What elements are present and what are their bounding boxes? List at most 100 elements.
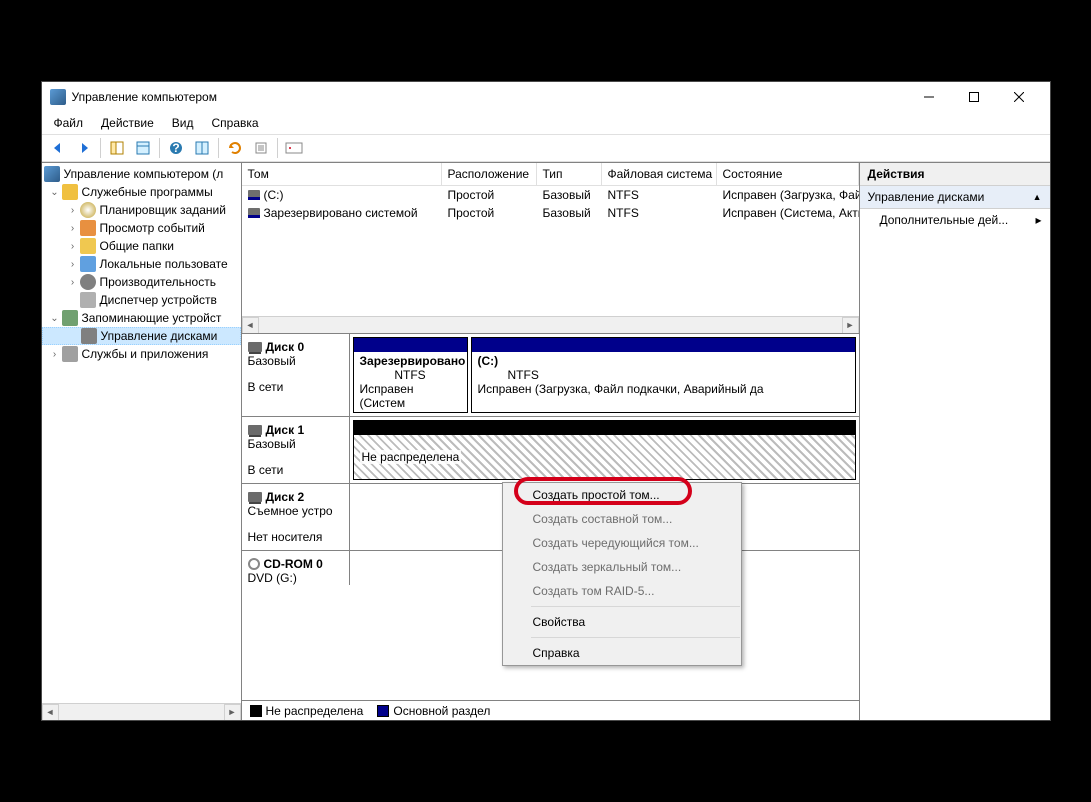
users-icon bbox=[80, 256, 96, 272]
tree-shared[interactable]: ›Общие папки bbox=[42, 237, 241, 255]
tree-diskmgmt[interactable]: Управление дисками bbox=[42, 327, 241, 345]
cdrom-label: CD-ROM 0 DVD (G:) bbox=[242, 551, 350, 585]
chevron-right-icon: ▸ bbox=[1035, 213, 1041, 227]
minimize-button[interactable] bbox=[907, 82, 952, 112]
ctx-help[interactable]: Справка bbox=[503, 641, 741, 665]
disk-graphical-view[interactable]: Диск 0 Базовый В сети ЗарезервированоNTF… bbox=[242, 333, 859, 700]
wrench-icon bbox=[62, 184, 78, 200]
menu-help[interactable]: Справка bbox=[204, 114, 267, 132]
volume-icon bbox=[248, 208, 260, 218]
volume-row[interactable]: Зарезервировано системой Простой Базовый… bbox=[242, 204, 859, 222]
legend-swatch-primary bbox=[377, 705, 389, 717]
partition-system-reserved[interactable]: ЗарезервированоNTFSИсправен (Систем bbox=[353, 337, 468, 413]
expand-icon[interactable]: › bbox=[66, 241, 80, 252]
tree-scheduler[interactable]: ›Планировщик заданий bbox=[42, 201, 241, 219]
disk-0-label: Диск 0 Базовый В сети bbox=[242, 334, 350, 416]
partition-c[interactable]: (C:)NTFSИсправен (Загрузка, Файл подкачк… bbox=[471, 337, 856, 413]
context-menu: Создать простой том... Создать составной… bbox=[502, 482, 742, 666]
tree-devmgr[interactable]: Диспетчер устройств bbox=[42, 291, 241, 309]
event-icon bbox=[80, 220, 96, 236]
navigation-tree[interactable]: Управление компьютером (л ⌄Служебные про… bbox=[42, 163, 242, 720]
volume-icon bbox=[248, 190, 260, 200]
menu-action[interactable]: Действие bbox=[93, 114, 162, 132]
extra-button[interactable] bbox=[282, 136, 306, 160]
col-layout[interactable]: Расположение bbox=[442, 163, 537, 185]
view-toggle-button[interactable] bbox=[190, 136, 214, 160]
close-button[interactable] bbox=[997, 82, 1042, 112]
clock-icon bbox=[80, 202, 96, 218]
help-button[interactable]: ? bbox=[164, 136, 188, 160]
expand-icon[interactable]: › bbox=[66, 205, 80, 216]
forward-button[interactable] bbox=[72, 136, 96, 160]
disk-icon bbox=[248, 342, 262, 352]
ctx-create-raid5-volume: Создать том RAID-5... bbox=[503, 579, 741, 603]
svg-text:?: ? bbox=[172, 141, 179, 155]
cdrom-icon bbox=[248, 558, 260, 570]
disk-1-label: Диск 1 Базовый В сети bbox=[242, 417, 350, 483]
expand-icon[interactable]: › bbox=[66, 223, 80, 234]
tree-eventviewer[interactable]: ›Просмотр событий bbox=[42, 219, 241, 237]
show-hide-tree-button[interactable] bbox=[105, 136, 129, 160]
volume-list[interactable]: Том Расположение Тип Файловая система Со… bbox=[242, 163, 859, 333]
scroll-left-button[interactable]: ◄ bbox=[42, 704, 59, 721]
disk-row-0[interactable]: Диск 0 Базовый В сети ЗарезервированоNTF… bbox=[242, 334, 859, 417]
app-icon bbox=[50, 89, 66, 105]
disk-icon bbox=[248, 425, 262, 435]
legend: Не распределена Основной раздел bbox=[242, 700, 859, 720]
ctx-create-mirrored-volume: Создать зеркальный том... bbox=[503, 555, 741, 579]
menubar: Файл Действие Вид Справка bbox=[42, 112, 1050, 134]
scroll-right-button[interactable]: ► bbox=[842, 317, 859, 334]
services-icon bbox=[62, 346, 78, 362]
ctx-create-simple-volume[interactable]: Создать простой том... bbox=[503, 483, 741, 507]
device-icon bbox=[80, 292, 96, 308]
col-status[interactable]: Состояние bbox=[717, 163, 859, 185]
legend-swatch-unallocated bbox=[250, 705, 262, 717]
tree-hscrollbar[interactable]: ◄► bbox=[42, 703, 241, 720]
tree-services[interactable]: ›Службы и приложения bbox=[42, 345, 241, 363]
volume-hscrollbar[interactable]: ◄► bbox=[242, 316, 859, 333]
actions-more[interactable]: Дополнительные дей...▸ bbox=[860, 209, 1050, 231]
actions-pane: Действия Управление дисками▲ Дополнитель… bbox=[860, 163, 1050, 720]
col-fs[interactable]: Файловая система bbox=[602, 163, 717, 185]
ctx-properties[interactable]: Свойства bbox=[503, 610, 741, 634]
collapse-icon[interactable]: ⌄ bbox=[48, 313, 62, 324]
menu-view[interactable]: Вид bbox=[164, 114, 202, 132]
tree-root[interactable]: Управление компьютером (л bbox=[42, 165, 241, 183]
back-button[interactable] bbox=[46, 136, 70, 160]
disk-icon bbox=[81, 328, 97, 344]
expand-icon[interactable]: › bbox=[66, 277, 80, 288]
settings-button[interactable] bbox=[249, 136, 273, 160]
toolbar: ? bbox=[42, 134, 1050, 162]
ctx-create-striped-volume: Создать чередующийся том... bbox=[503, 531, 741, 555]
app-window: Управление компьютером Файл Действие Вид… bbox=[41, 81, 1051, 721]
actions-diskmgmt-header[interactable]: Управление дисками▲ bbox=[860, 186, 1050, 209]
storage-icon bbox=[62, 310, 78, 326]
disk-row-1[interactable]: Диск 1 Базовый В сети Не распределена bbox=[242, 417, 859, 484]
menu-file[interactable]: Файл bbox=[46, 114, 92, 132]
tree-storage[interactable]: ⌄Запоминающие устройст bbox=[42, 309, 241, 327]
col-type[interactable]: Тип bbox=[537, 163, 602, 185]
scroll-left-button[interactable]: ◄ bbox=[242, 317, 259, 334]
performance-icon bbox=[80, 274, 96, 290]
expand-icon[interactable]: › bbox=[66, 259, 80, 270]
tree-perf[interactable]: ›Производительность bbox=[42, 273, 241, 291]
actions-title: Действия bbox=[860, 163, 1050, 186]
refresh-button[interactable] bbox=[223, 136, 247, 160]
folder-shared-icon bbox=[80, 238, 96, 254]
scroll-right-button[interactable]: ► bbox=[224, 704, 241, 721]
volume-list-header: Том Расположение Тип Файловая система Со… bbox=[242, 163, 859, 186]
volume-row[interactable]: (C:) Простой Базовый NTFS Исправен (Загр… bbox=[242, 186, 859, 204]
maximize-button[interactable] bbox=[952, 82, 997, 112]
partition-unallocated[interactable]: Не распределена bbox=[353, 420, 856, 480]
properties-button[interactable] bbox=[131, 136, 155, 160]
disk-icon bbox=[248, 492, 262, 502]
expand-icon[interactable]: › bbox=[48, 349, 62, 360]
titlebar: Управление компьютером bbox=[42, 82, 1050, 112]
main-content: Том Расположение Тип Файловая система Со… bbox=[242, 163, 860, 720]
collapse-icon[interactable]: ⌄ bbox=[48, 187, 62, 198]
window-title: Управление компьютером bbox=[72, 90, 907, 104]
computer-icon bbox=[44, 166, 60, 182]
col-volume[interactable]: Том bbox=[242, 163, 442, 185]
tree-utilities[interactable]: ⌄Служебные программы bbox=[42, 183, 241, 201]
tree-localusers[interactable]: ›Локальные пользовате bbox=[42, 255, 241, 273]
